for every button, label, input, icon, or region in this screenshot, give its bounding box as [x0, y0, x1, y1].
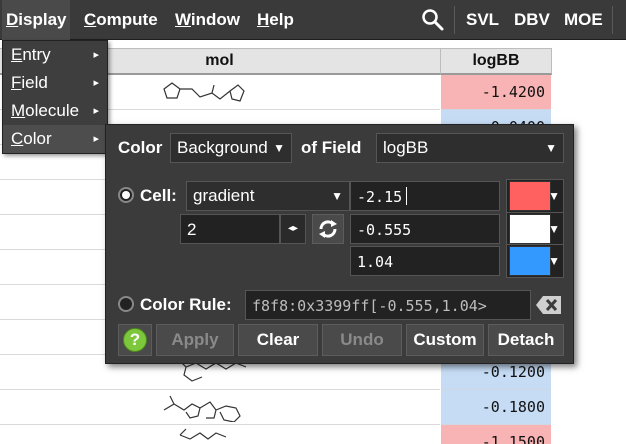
- search-icon: [422, 9, 444, 31]
- menu-help-accel: H: [257, 10, 270, 29]
- menu-item-accel: E: [11, 45, 23, 64]
- undo-button[interactable]: Undo: [322, 324, 402, 356]
- chevron-down-icon: ▼: [545, 141, 557, 155]
- steps-input[interactable]: 2: [180, 214, 280, 244]
- menu-item-accel: M: [11, 101, 26, 120]
- toolbar-separator: [454, 6, 455, 34]
- menu-item-accel: C: [11, 129, 24, 148]
- reset-icon: [319, 220, 337, 238]
- menu-display-label: isplay: [18, 10, 67, 29]
- clear-rule-button[interactable]: [534, 290, 564, 320]
- menu-bar: Display Compute Window Help SVL DBV MOE: [0, 0, 626, 40]
- apply-button[interactable]: Apply: [156, 324, 234, 356]
- search-button[interactable]: [417, 6, 449, 34]
- of-field-label: of Field: [301, 138, 362, 157]
- display-menu-dropdown: Entry ▸ Field ▸ Molecule ▸ Color ▸: [2, 40, 108, 154]
- menu-item-label: ntry: [22, 45, 51, 64]
- low-color-swatch: [509, 181, 551, 211]
- menu-display[interactable]: Display: [2, 0, 71, 40]
- stepper-icon[interactable]: ◂▸: [280, 214, 306, 244]
- gradient-stop-high-value: 1.04: [357, 253, 394, 271]
- menu-window-accel: W: [175, 10, 191, 29]
- molecule-structure: [163, 82, 245, 102]
- submenu-arrow-icon: ▸: [93, 133, 99, 145]
- menu-item-label: olor: [23, 129, 52, 148]
- cell-radio[interactable]: [118, 187, 134, 203]
- table-row[interactable]: [0, 425, 440, 444]
- menu-item-field[interactable]: Field ▸: [3, 69, 107, 97]
- field-select[interactable]: logBB ▼: [376, 133, 564, 163]
- chevron-down-icon: ▼: [548, 222, 560, 236]
- submenu-arrow-icon: ▸: [93, 105, 99, 117]
- chevron-down-icon: ▼: [331, 189, 343, 203]
- molecule-structure: [179, 428, 227, 440]
- menu-item-label: ield: [21, 73, 48, 92]
- chevron-down-icon: ▼: [273, 141, 285, 155]
- table-row[interactable]: [0, 390, 440, 425]
- steps-value: 2: [187, 220, 197, 239]
- detach-button[interactable]: Detach: [488, 324, 564, 356]
- menu-item-label: olecule: [25, 101, 80, 120]
- molecule-structure: [163, 395, 241, 422]
- menu-help-label: elp: [269, 10, 294, 29]
- low-color-picker[interactable]: ▼: [506, 179, 564, 213]
- menu-item-entry[interactable]: Entry ▸: [3, 41, 107, 69]
- cell-label: Cell:: [140, 186, 177, 205]
- color-mode-select[interactable]: Background ▼: [170, 133, 292, 163]
- custom-button[interactable]: Custom: [406, 324, 484, 356]
- color-panel: Color Background ▼ of Field logBB ▼ Cell: …: [105, 124, 574, 364]
- chevron-down-icon: ▼: [548, 254, 560, 268]
- menu-window-label: indow: [190, 10, 241, 29]
- menu-item-molecule[interactable]: Molecule ▸: [3, 97, 107, 125]
- color-rule-label: Color Rule:: [140, 295, 232, 314]
- color-mode-value: Background: [177, 138, 268, 157]
- help-button[interactable]: ?: [118, 324, 152, 356]
- gradient-stop-mid-value: -0.555: [357, 221, 412, 239]
- submenu-arrow-icon: ▸: [93, 49, 99, 61]
- gradient-stop-low-value: -2.15: [357, 188, 403, 206]
- logbb-cell[interactable]: -1.1500: [441, 425, 551, 444]
- svl-button[interactable]: SVL: [466, 0, 499, 40]
- text-cursor: [406, 187, 407, 205]
- color-rule-input[interactable]: f8f8:0x3399ff[-0.555,1.04>: [245, 290, 531, 320]
- gradient-stop-mid-input[interactable]: -0.555: [350, 214, 500, 244]
- color-rule-value: f8f8:0x3399ff[-0.555,1.04>: [252, 297, 487, 315]
- menu-item-accel: F: [11, 73, 22, 92]
- logbb-cell[interactable]: -0.1800: [441, 390, 551, 425]
- reset-button[interactable]: [312, 214, 344, 244]
- color-label: Color: [118, 138, 163, 157]
- logbb-cell[interactable]: -1.4200: [441, 75, 551, 110]
- menu-window[interactable]: Window: [175, 0, 240, 40]
- high-color-picker[interactable]: ▼: [506, 244, 564, 278]
- clear-button[interactable]: Clear: [238, 324, 318, 356]
- mid-color-picker[interactable]: ▼: [506, 212, 564, 246]
- menu-item-color[interactable]: Color ▸: [3, 125, 107, 153]
- toolbar-separator: [612, 6, 613, 34]
- field-select-value: logBB: [383, 138, 429, 157]
- mid-color-swatch: [509, 214, 551, 244]
- menu-compute-label: ompute: [96, 10, 158, 29]
- menu-help[interactable]: Help: [257, 0, 294, 40]
- high-color-swatch: [509, 246, 551, 276]
- gradient-stop-low-input[interactable]: -2.15: [350, 181, 500, 211]
- cell-mode-select[interactable]: gradient ▼: [186, 181, 350, 211]
- column-header-logbb[interactable]: logBB: [440, 48, 552, 75]
- submenu-arrow-icon: ▸: [93, 77, 99, 89]
- backspace-icon: [536, 296, 561, 314]
- cell-mode-value: gradient: [193, 186, 255, 205]
- gradient-stop-high-input[interactable]: 1.04: [350, 246, 500, 276]
- color-rule-radio[interactable]: [118, 296, 134, 312]
- help-icon: ?: [123, 328, 147, 352]
- menu-compute[interactable]: Compute: [84, 0, 158, 40]
- menu-display-accel: D: [6, 10, 19, 29]
- menu-compute-accel: C: [84, 10, 97, 29]
- app-window: Display Compute Window Help SVL DBV MOE …: [0, 0, 626, 444]
- moe-button[interactable]: MOE: [564, 0, 603, 40]
- dbv-button[interactable]: DBV: [514, 0, 550, 40]
- chevron-down-icon: ▼: [548, 189, 560, 203]
